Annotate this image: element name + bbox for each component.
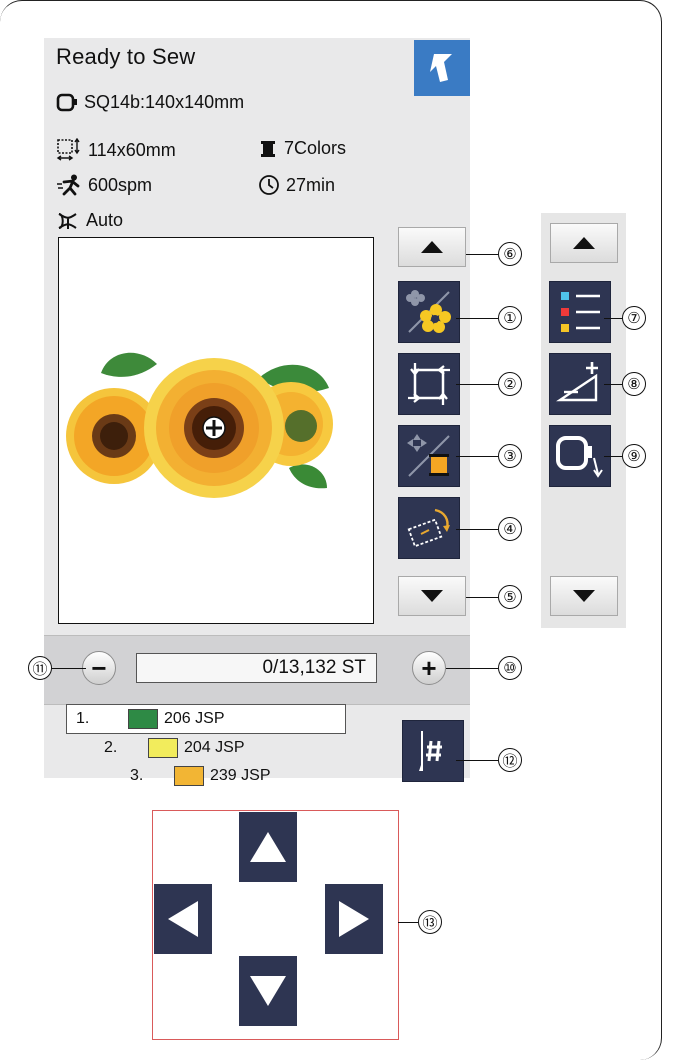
jog-up-icon	[250, 832, 286, 862]
design-size-info: 114x60mm	[56, 138, 176, 162]
callout-12: ⑫	[498, 748, 522, 772]
color-code: 206 JSP	[164, 710, 225, 727]
cutter-info: Auto	[56, 210, 123, 231]
color-list-item[interactable]: 2. 204 JSP	[104, 735, 244, 761]
screen-title: Ready to Sew	[56, 44, 196, 69]
time-info: 27min	[258, 174, 335, 196]
triangle-up-icon	[573, 237, 595, 249]
page-up-button-alt[interactable]	[550, 223, 618, 263]
color-code: 239 JSP	[210, 767, 271, 784]
callout-10: ⑩	[498, 656, 522, 680]
sunflower-design-image	[66, 352, 333, 498]
leader-line-4	[456, 529, 498, 531]
jog-down-button[interactable]	[239, 956, 297, 1026]
triangle-up-icon	[421, 241, 443, 253]
hoop-label: SQ14b:140x140mm	[84, 92, 245, 112]
jog-right-button[interactable]	[325, 884, 383, 954]
color-list-button[interactable]	[549, 281, 611, 343]
stitch-jump-button[interactable]	[402, 720, 464, 782]
leader-line-7	[604, 318, 622, 320]
color-index: 1.	[76, 710, 90, 727]
design-size-label: 114x60mm	[88, 139, 176, 160]
leader-line-12	[456, 760, 498, 762]
design-preview	[58, 237, 374, 624]
callout-5: ⑤	[498, 585, 522, 609]
callout-7: ⑦	[622, 306, 646, 330]
trace-button[interactable]	[398, 353, 460, 415]
jog-up-button[interactable]	[239, 812, 297, 882]
leader-line-11	[52, 668, 86, 670]
needle-jump-icon	[419, 731, 442, 771]
callout-8: ⑧	[622, 372, 646, 396]
colors-label: 7Colors	[284, 138, 347, 158]
triangle-down-icon	[421, 590, 443, 602]
color-list-icon	[561, 292, 600, 332]
page-down-button-alt[interactable]	[550, 576, 618, 616]
thread-cutter-icon	[58, 212, 77, 229]
callout-2: ②	[498, 372, 522, 396]
colors-info: 7Colors	[258, 138, 346, 159]
callout-11: ⑪	[28, 656, 52, 680]
hoop-return-icon	[556, 436, 603, 478]
stitch-forward-button[interactable]: +	[412, 651, 446, 685]
jog-left-icon	[168, 901, 198, 937]
callout-13: ⑬	[418, 910, 442, 934]
jog-right-icon	[339, 901, 369, 937]
callout-9: ⑨	[622, 444, 646, 468]
rotate-hoop-button[interactable]	[398, 497, 460, 559]
return-arrow-icon	[430, 54, 452, 82]
hoop-return-button[interactable]	[549, 425, 611, 487]
minus-icon: −	[91, 653, 107, 683]
plus-icon: +	[421, 653, 437, 683]
callout-1: ①	[498, 306, 522, 330]
color-skip-icon	[407, 434, 450, 477]
callout-6: ⑥	[498, 242, 522, 266]
page-down-button[interactable]	[398, 576, 466, 616]
clock-icon	[259, 175, 279, 195]
leader-line-3	[456, 456, 498, 458]
jog-down-icon	[250, 976, 286, 1006]
hoop-icon	[56, 93, 77, 111]
color-index: 3.	[130, 767, 144, 784]
time-label: 27min	[286, 174, 336, 195]
color-swatch	[174, 766, 204, 786]
back-button[interactable]	[414, 40, 470, 96]
color-skip-button[interactable]	[398, 425, 460, 487]
monochrome-button[interactable]	[398, 281, 460, 343]
leader-line-1	[456, 318, 498, 320]
trace-frame-icon	[408, 363, 450, 405]
rotate-hoop-icon	[407, 508, 450, 548]
leader-line-10	[446, 668, 498, 670]
stitch-back-button[interactable]: −	[82, 651, 116, 685]
speed-label: 600spm	[88, 174, 153, 195]
page-up-button[interactable]	[398, 227, 466, 267]
callout-4: ④	[498, 517, 522, 541]
stitch-count-field: 0/13,132 ST	[136, 653, 377, 683]
alternate-button-panel	[541, 213, 626, 628]
leader-line-9	[604, 456, 622, 458]
cutter-label: Auto	[86, 210, 124, 230]
monochrome-flower-icon	[406, 290, 451, 333]
leader-line-13	[398, 922, 418, 924]
tension-icon	[556, 362, 598, 402]
color-list-item[interactable]: 3. 239 JSP	[130, 763, 270, 789]
callout-3: ③	[498, 444, 522, 468]
color-swatch	[128, 709, 158, 729]
leader-line-5	[466, 597, 498, 599]
leader-line-2	[456, 384, 498, 386]
color-list-item[interactable]: 1. 206 JSP	[76, 706, 224, 732]
design-size-icon	[56, 138, 80, 161]
leader-line-8	[604, 384, 622, 386]
color-swatch	[148, 738, 178, 758]
jog-left-button[interactable]	[154, 884, 212, 954]
hoop-info: SQ14b:140x140mm	[56, 92, 244, 113]
triangle-down-icon	[573, 590, 595, 602]
leader-line-6	[466, 254, 498, 256]
running-man-icon	[57, 174, 80, 196]
color-code: 204 JSP	[184, 739, 245, 756]
speed-info: 600spm	[56, 174, 152, 196]
tension-button[interactable]	[549, 353, 611, 415]
thread-spool-icon	[261, 140, 275, 157]
color-index: 2.	[104, 739, 118, 756]
